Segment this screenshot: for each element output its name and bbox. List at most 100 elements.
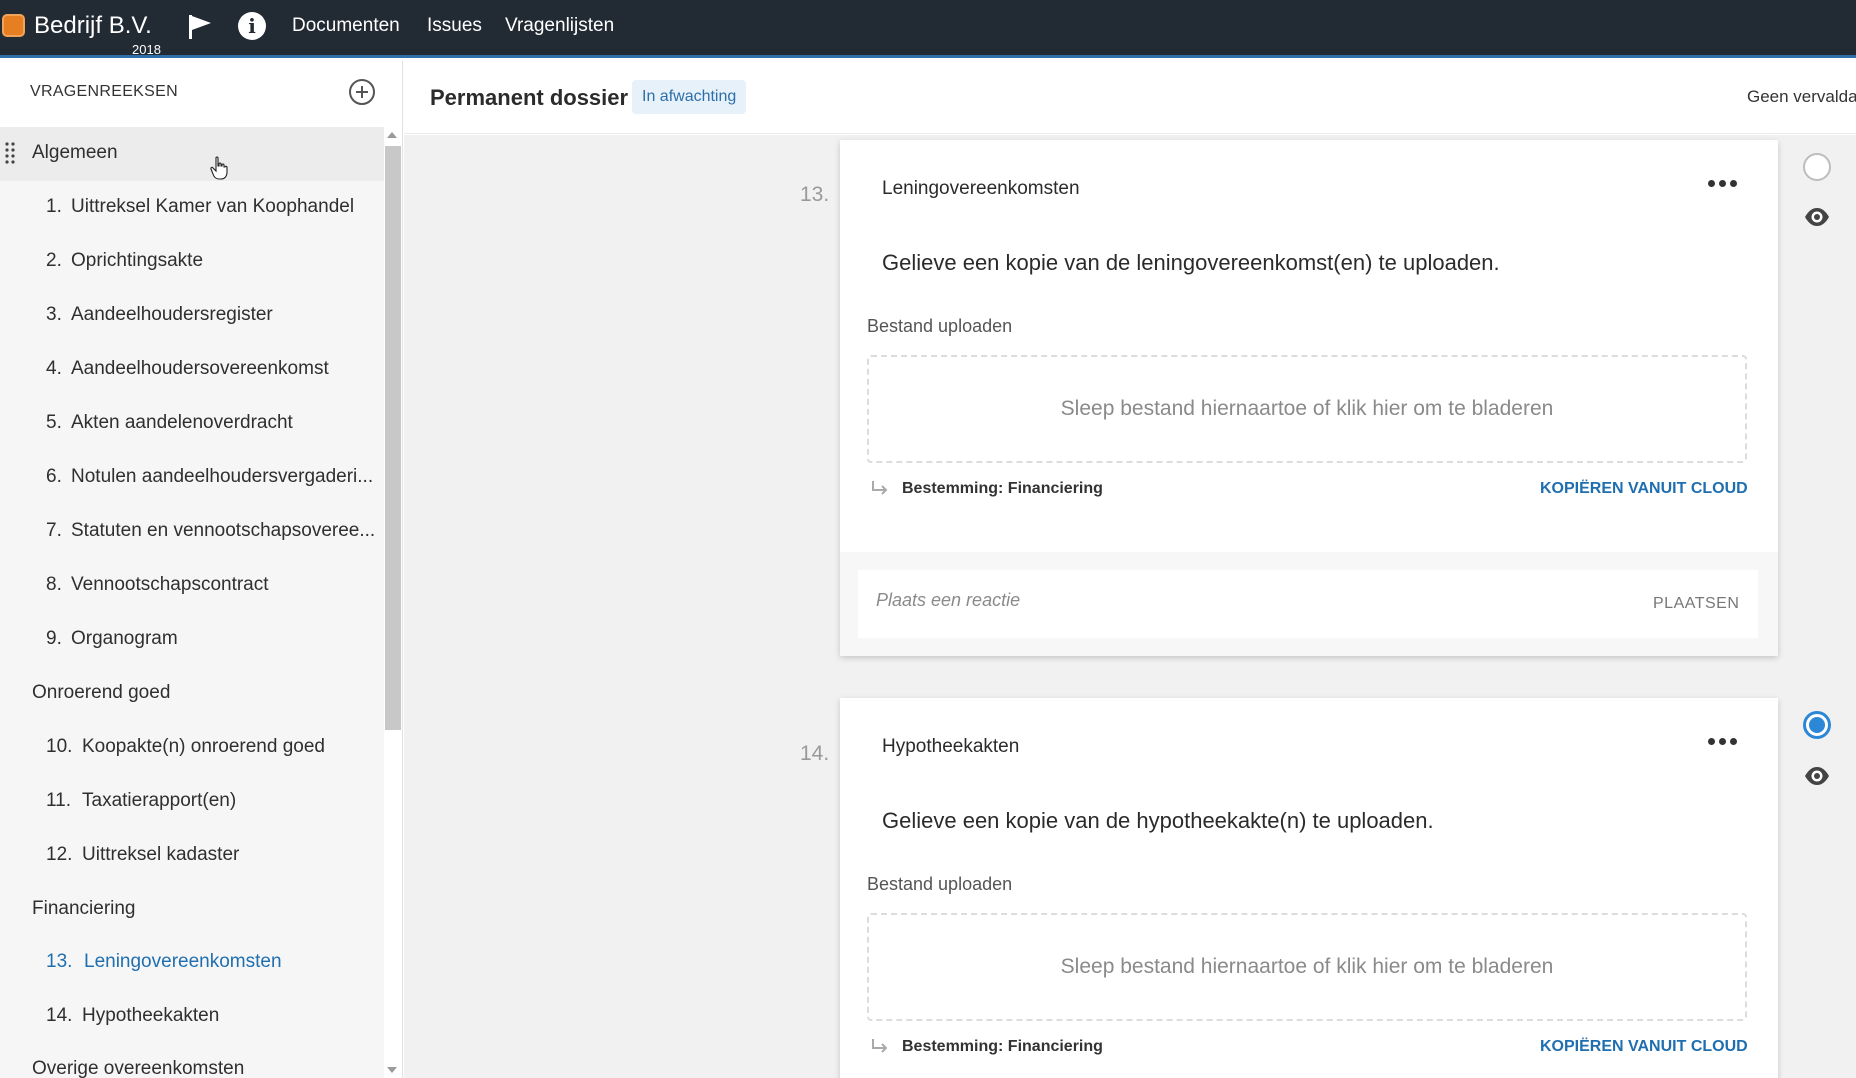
- sidebar-group-label: Onroerend goed: [32, 682, 171, 703]
- add-circle-icon[interactable]: [348, 78, 376, 106]
- brand-logo-icon: [2, 14, 25, 37]
- comment-input[interactable]: Plaats een reactie PLAATSEN: [858, 570, 1758, 638]
- sidebar-item-number: 7.: [46, 520, 62, 541]
- sidebar-group-label: Overige overeenkomsten: [32, 1058, 245, 1078]
- sidebar-item[interactable]: 7. Statuten en vennootschapsoveree...: [0, 505, 384, 559]
- sidebar-item-number: 10.: [46, 736, 73, 757]
- sidebar-group-overige-overeenkomsten[interactable]: Overige overeenkomsten: [0, 1043, 384, 1078]
- sidebar-item-label: Akten aandelenoverdracht: [71, 412, 293, 433]
- upload-label: Bestand uploaden: [867, 874, 1013, 894]
- sidebar-item-number: 3.: [46, 304, 62, 325]
- sidebar-item-number: 12.: [46, 844, 73, 865]
- destination-label: Bestemming: Financiering: [902, 1038, 1103, 1055]
- sidebar-item-selected[interactable]: 13. Leningovereenkomsten: [0, 936, 384, 990]
- sidebar-group-algemeen[interactable]: Algemeen: [0, 127, 384, 181]
- sidebar-item-number: 13.: [46, 951, 73, 972]
- upload-label: Bestand uploaden: [867, 316, 1013, 336]
- eye-icon[interactable]: [1803, 203, 1831, 231]
- sidebar-item-number: 14.: [46, 1005, 73, 1026]
- nav-issues[interactable]: Issues: [427, 15, 482, 37]
- more-options-icon[interactable]: [1708, 176, 1738, 190]
- sidebar-item[interactable]: 2. Oprichtingsakte: [0, 235, 384, 289]
- question-card: Leningovereenkomsten Gelieve een kopie v…: [840, 140, 1778, 656]
- sidebar-item[interactable]: 12. Uittreksel kadaster: [0, 829, 384, 883]
- company-name[interactable]: Bedrijf B.V.: [34, 12, 152, 40]
- file-dropzone[interactable]: Sleep bestand hiernaartoe of klik hier o…: [867, 913, 1747, 1021]
- sidebar-item-number: 6.: [46, 466, 62, 487]
- post-comment-button[interactable]: PLAATSEN: [1653, 595, 1739, 613]
- sidebar-item[interactable]: 8. Vennootschapscontract: [0, 559, 384, 613]
- eye-icon[interactable]: [1803, 762, 1831, 790]
- sidebar-item-label: Aandeelhoudersovereenkomst: [71, 358, 329, 379]
- page-title: Permanent dossier: [430, 85, 629, 110]
- more-options-icon[interactable]: [1708, 734, 1738, 748]
- dropzone-text: Sleep bestand hiernaartoe of klik hier o…: [1060, 397, 1554, 420]
- sidebar-group-financiering[interactable]: Financiering: [0, 883, 384, 937]
- question-text: Gelieve een kopie van de leningovereenko…: [882, 250, 1500, 275]
- question-content-area: 13. Leningovereenkomsten Gelieve een kop…: [404, 135, 1856, 1078]
- scroll-up-arrow-icon[interactable]: [387, 132, 397, 138]
- question-title: Hypotheekakten: [882, 736, 1020, 757]
- flag-icon[interactable]: [186, 13, 214, 41]
- status-badge: In afwachting: [632, 80, 747, 114]
- sidebar-item-number: 8.: [46, 574, 62, 595]
- sidebar-item[interactable]: 10. Koopakte(n) onroerend goed: [0, 721, 384, 775]
- sidebar-item-label: Notulen aandeelhoudersvergaderi...: [71, 466, 374, 487]
- sidebar-group-onroerend-goed[interactable]: Onroerend goed: [0, 667, 384, 721]
- sidebar-item[interactable]: 11. Taxatierapport(en): [0, 775, 384, 829]
- sidebar-item[interactable]: 14. Hypotheekakten: [0, 990, 384, 1044]
- sidebar-item-number: 2.: [46, 250, 62, 271]
- sidebar-item-label: Aandeelhoudersregister: [71, 304, 273, 325]
- sidebar-item-number: 1.: [46, 196, 62, 217]
- due-date-label[interactable]: Geen vervaldat: [1747, 87, 1856, 107]
- sidebar-item-number: 11.: [46, 790, 72, 811]
- sidebar-title: VRAGENREEKSEN: [30, 83, 178, 100]
- question-number: 13.: [800, 183, 830, 206]
- question-title: Leningovereenkomsten: [882, 178, 1080, 199]
- sidebar-group-label: Financiering: [32, 898, 136, 919]
- sidebar-item[interactable]: 5. Akten aandelenoverdracht: [0, 397, 384, 451]
- drag-handle-icon[interactable]: [5, 141, 15, 167]
- status-radio-selected[interactable]: [1803, 711, 1831, 739]
- sidebar-item-label: Vennootschapscontract: [71, 574, 269, 595]
- question-text: Gelieve een kopie van de hypotheekakte(n…: [882, 808, 1434, 833]
- sidebar-item[interactable]: 4. Aandeelhoudersovereenkomst: [0, 343, 384, 397]
- subdirectory-arrow-icon: [872, 481, 888, 495]
- sidebar: VRAGENREEKSEN Algemeen 1. Uittreksel Kam…: [0, 61, 403, 1078]
- sidebar-item-label: Oprichtingsakte: [71, 250, 204, 271]
- sidebar-item[interactable]: 1. Uittreksel Kamer van Koophandel: [0, 181, 384, 235]
- sidebar-item-label: Hypotheekakten: [82, 1005, 220, 1026]
- hand-cursor-icon: [210, 156, 228, 180]
- fiscal-year: 2018: [132, 42, 161, 57]
- scroll-down-arrow-icon[interactable]: [387, 1067, 397, 1073]
- sidebar-item-label: Koopakte(n) onroerend goed: [82, 736, 325, 757]
- copy-from-cloud-button[interactable]: KOPIËREN VANUIT CLOUD: [1540, 480, 1748, 498]
- nav-vragenlijsten[interactable]: Vragenlijsten: [505, 15, 614, 37]
- sidebar-item[interactable]: 6. Notulen aandeelhoudersvergaderi...: [0, 451, 384, 505]
- sidebar-item-label: Leningovereenkomsten: [84, 951, 282, 972]
- sidebar-item-number: 9.: [46, 628, 62, 649]
- top-navigation-bar: Bedrijf B.V. 2018 i Documenten Issues Vr…: [0, 0, 1856, 58]
- sidebar-item-label: Taxatierapport(en): [82, 790, 237, 811]
- status-radio-unselected[interactable]: [1803, 153, 1831, 181]
- sidebar-scrollbar-thumb[interactable]: [385, 146, 401, 730]
- sidebar-group-label: Algemeen: [32, 142, 118, 163]
- question-number: 14.: [800, 742, 830, 765]
- nav-documenten[interactable]: Documenten: [292, 15, 400, 37]
- destination-label: Bestemming: Financiering: [902, 480, 1103, 497]
- dossier-header: Permanent dossier In afwachting Geen ver…: [404, 61, 1856, 134]
- sidebar-item-number: 5.: [46, 412, 62, 433]
- sidebar-item-label: Organogram: [71, 628, 178, 649]
- comment-section: Plaats een reactie PLAATSEN: [840, 552, 1778, 656]
- question-series-list: Algemeen 1. Uittreksel Kamer van Koophan…: [0, 127, 384, 1078]
- question-card: Hypotheekakten Gelieve een kopie van de …: [840, 698, 1778, 1078]
- sidebar-item-number: 4.: [46, 358, 62, 379]
- sidebar-item-label: Statuten en vennootschapsoveree...: [71, 520, 376, 541]
- sidebar-item[interactable]: 3. Aandeelhoudersregister: [0, 289, 384, 343]
- sidebar-item[interactable]: 9. Organogram: [0, 613, 384, 667]
- copy-from-cloud-button[interactable]: KOPIËREN VANUIT CLOUD: [1540, 1038, 1748, 1056]
- comment-placeholder: Plaats een reactie: [876, 590, 1021, 610]
- file-dropzone[interactable]: Sleep bestand hiernaartoe of klik hier o…: [867, 355, 1747, 463]
- subdirectory-arrow-icon: [872, 1039, 888, 1053]
- info-icon[interactable]: i: [238, 12, 266, 40]
